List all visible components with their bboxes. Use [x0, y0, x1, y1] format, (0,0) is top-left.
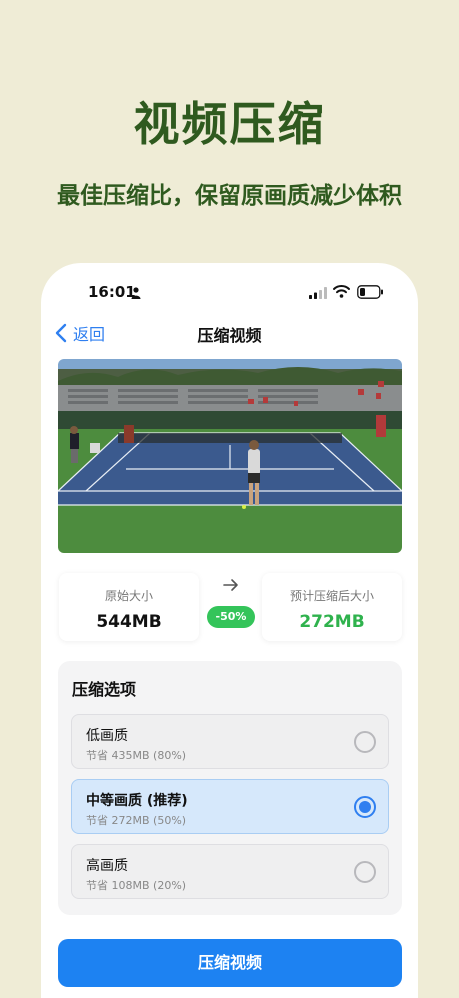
options-title: 压缩选项 — [72, 680, 137, 699]
original-size-label: 原始大小 — [104, 589, 153, 603]
wifi-icon — [333, 285, 350, 298]
original-size-value: 544MB — [96, 612, 162, 632]
reduction-badge: -50% — [207, 606, 255, 628]
person-icon — [131, 287, 141, 299]
estimated-size-card: 预计压缩后大小 272MB — [262, 573, 402, 641]
original-size-card: 原始大小 544MB — [59, 573, 199, 641]
page-title: 压缩视频 — [197, 326, 262, 345]
arrow-right-icon — [223, 579, 238, 591]
option-name: 高画质 — [86, 858, 128, 874]
option-detail: 节省 272MB (50%) — [86, 814, 187, 827]
option-detail: 节省 435MB (80%) — [86, 749, 187, 762]
option-low-quality[interactable]: 低画质 节省 435MB (80%) — [71, 714, 389, 769]
battery-icon — [357, 285, 383, 299]
navigation-bar: 返回 压缩视频 — [41, 318, 418, 348]
hero-subtitle: 最佳压缩比，保留原画质减少体积 — [57, 183, 402, 209]
estimated-size-value: 272MB — [299, 612, 365, 632]
video-thumbnail[interactable] — [58, 359, 402, 553]
radio-button[interactable] — [354, 861, 376, 883]
radio-button[interactable] — [354, 731, 376, 753]
compression-options-panel: 压缩选项 低画质 节省 435MB (80%) 中等画质 (推荐) 节省 272… — [58, 661, 402, 915]
option-medium-quality[interactable]: 中等画质 (推荐) 节省 272MB (50%) — [71, 779, 389, 834]
option-name: 中等画质 (推荐) — [86, 793, 188, 809]
status-bar: 16:01 — [41, 281, 418, 305]
phone-screen: 16:01 返回 压缩视频 原始大小 544MB -50% 预计压缩后大小 27… — [41, 263, 418, 998]
radio-button-selected[interactable] — [354, 796, 376, 818]
estimated-size-label: 预计压缩后大小 — [289, 589, 374, 603]
cellular-signal-icon — [309, 287, 327, 299]
option-detail: 节省 108MB (20%) — [86, 879, 187, 892]
status-time: 16:01 — [88, 283, 136, 301]
option-high-quality[interactable]: 高画质 节省 108MB (20%) — [71, 844, 389, 899]
compress-video-button[interactable]: 压缩视频 — [58, 939, 402, 987]
hero-title: 视频压缩 — [133, 97, 326, 151]
option-name: 低画质 — [86, 728, 128, 744]
